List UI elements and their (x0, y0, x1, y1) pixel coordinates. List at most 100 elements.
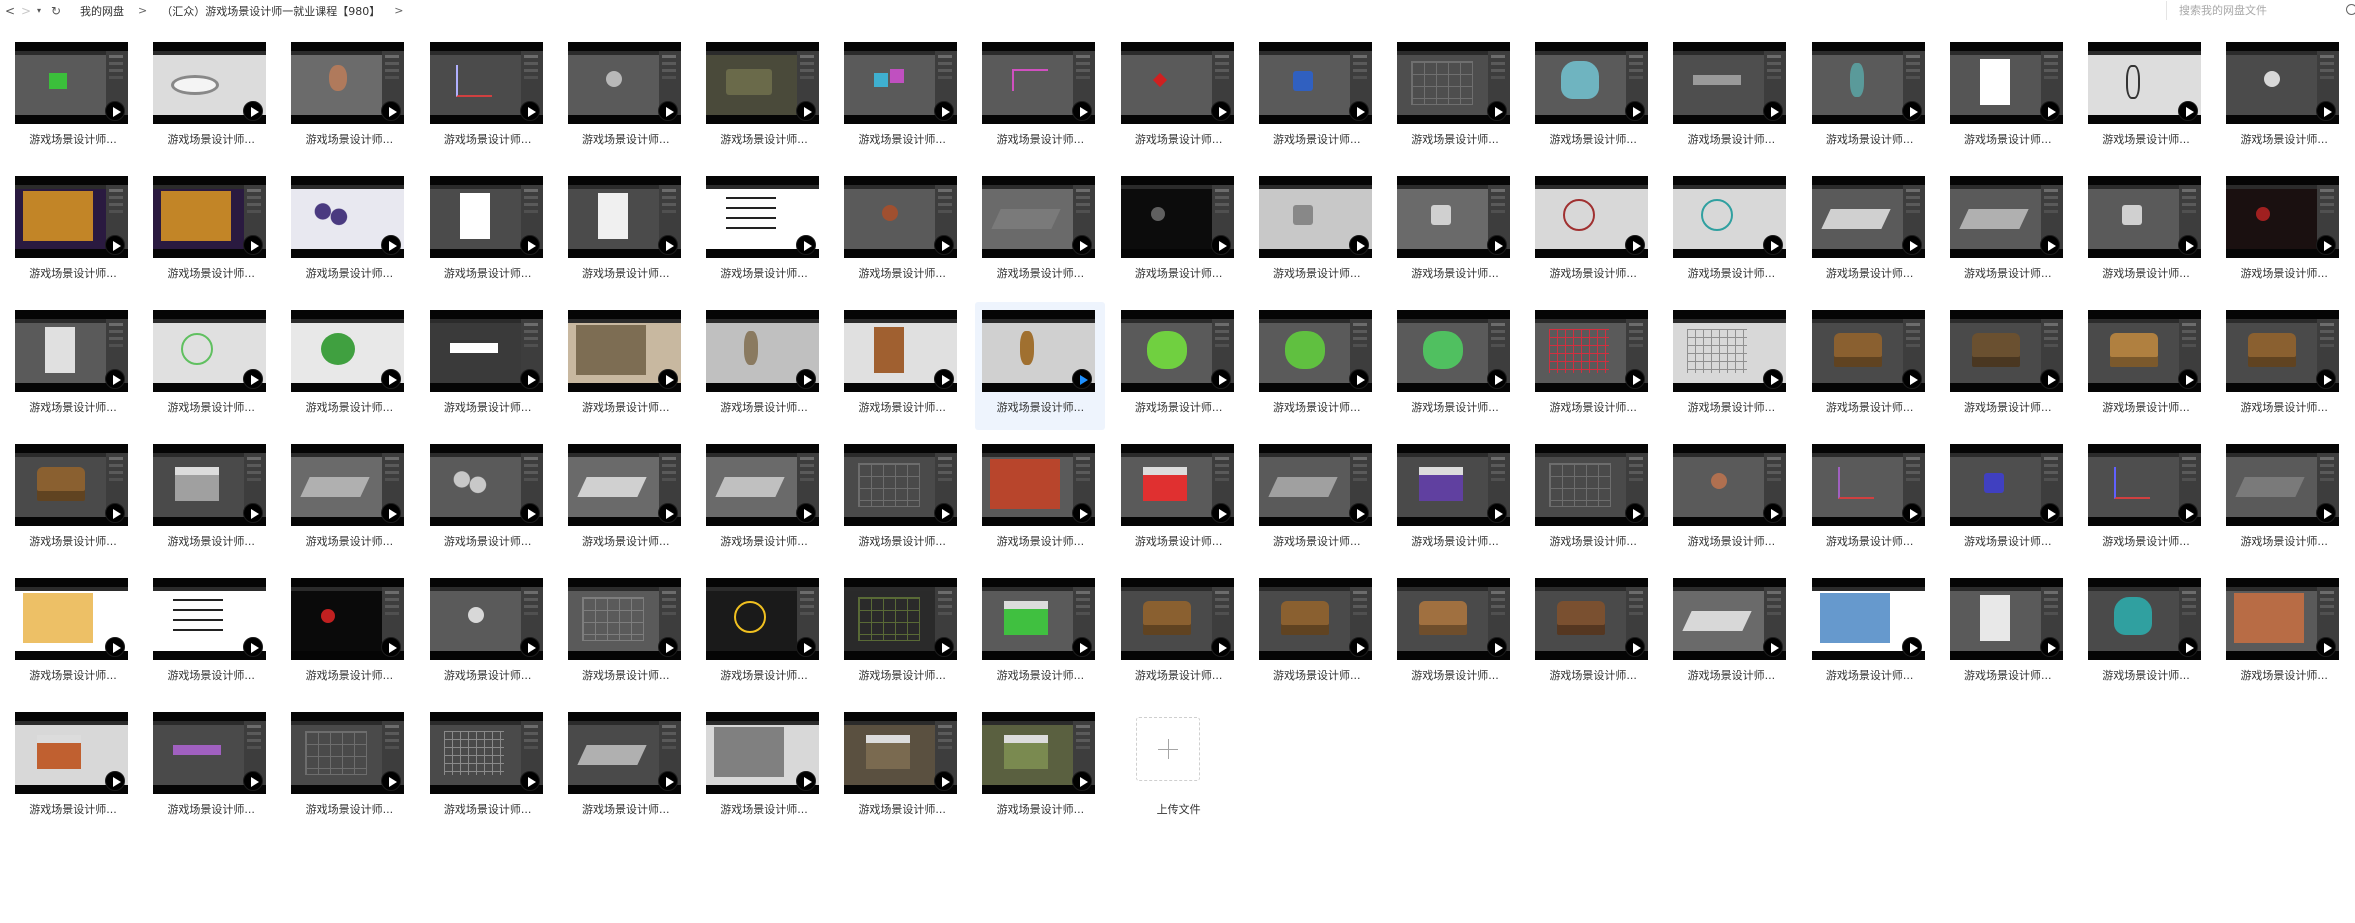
file-tile[interactable]: 游戏场景设计师... (1252, 168, 1382, 296)
file-tile[interactable]: 游戏场景设计师... (1805, 302, 1935, 430)
file-tile[interactable]: 游戏场景设计师... (2219, 302, 2349, 430)
video-thumbnail[interactable] (1120, 310, 1234, 392)
file-tile[interactable]: 游戏场景设计师... (1666, 570, 1796, 698)
play-icon[interactable] (519, 503, 540, 523)
file-tile[interactable]: 游戏场景设计师... (561, 704, 691, 832)
file-tile[interactable]: 游戏场景设计师... (1666, 302, 1796, 430)
file-tile[interactable]: 游戏场景设计师... (1114, 436, 1244, 564)
video-thumbnail[interactable] (1811, 444, 1925, 526)
back-button[interactable]: < (2, 0, 18, 21)
play-icon[interactable] (1348, 637, 1369, 657)
video-thumbnail[interactable] (1535, 42, 1649, 124)
video-thumbnail[interactable] (15, 310, 128, 392)
play-icon[interactable] (2039, 235, 2060, 255)
video-thumbnail[interactable] (15, 42, 128, 124)
video-thumbnail[interactable] (429, 712, 543, 794)
video-thumbnail[interactable] (153, 176, 267, 258)
video-thumbnail[interactable] (153, 444, 267, 526)
file-tile[interactable]: 游戏场景设计师... (8, 704, 138, 832)
file-tile[interactable]: 游戏场景设计师... (1943, 34, 2073, 162)
video-thumbnail[interactable] (1120, 42, 1234, 124)
video-thumbnail[interactable] (153, 310, 267, 392)
video-thumbnail[interactable] (844, 310, 958, 392)
video-thumbnail[interactable] (1535, 310, 1649, 392)
file-tile[interactable]: 游戏场景设计师... (2219, 436, 2349, 564)
play-icon[interactable] (1901, 369, 1922, 389)
play-icon[interactable] (105, 101, 125, 121)
file-tile[interactable]: 游戏场景设计师... (423, 168, 553, 296)
play-icon[interactable] (1487, 637, 1507, 657)
video-thumbnail[interactable] (1949, 42, 2063, 124)
play-icon[interactable] (105, 637, 125, 657)
play-icon[interactable] (1210, 503, 1231, 523)
file-tile[interactable]: 游戏场景设计师... (975, 168, 1105, 296)
play-icon[interactable] (1348, 503, 1369, 523)
video-thumbnail[interactable] (2226, 42, 2340, 124)
file-tile[interactable]: 游戏场景设计师... (423, 570, 553, 698)
video-thumbnail[interactable] (844, 578, 958, 660)
video-thumbnail[interactable] (429, 444, 543, 526)
video-thumbnail[interactable] (1120, 578, 1234, 660)
video-thumbnail[interactable] (153, 712, 267, 794)
file-tile[interactable]: 游戏场景设计师... (2219, 570, 2349, 698)
video-thumbnail[interactable] (844, 176, 958, 258)
video-thumbnail[interactable] (291, 310, 405, 392)
file-tile[interactable]: 游戏场景设计师... (284, 302, 414, 430)
video-thumbnail[interactable] (706, 176, 819, 258)
file-tile[interactable]: 游戏场景设计师... (1528, 436, 1658, 564)
file-tile[interactable]: 游戏场景设计师... (2219, 168, 2349, 296)
file-tile[interactable]: 游戏场景设计师... (975, 570, 1105, 698)
file-tile[interactable]: 游戏场景设计师... (2081, 34, 2211, 162)
file-tile[interactable]: 游戏场景设计师... (1390, 302, 1520, 430)
play-icon[interactable] (105, 771, 125, 791)
play-icon[interactable] (796, 771, 816, 791)
video-thumbnail[interactable] (2088, 444, 2201, 526)
file-tile[interactable]: 游戏场景设计师... (561, 570, 691, 698)
video-thumbnail[interactable] (1811, 578, 1925, 660)
file-tile[interactable]: 游戏场景设计师... (284, 436, 414, 564)
file-tile[interactable]: 游戏场景设计师... (146, 168, 276, 296)
video-thumbnail[interactable] (1258, 310, 1372, 392)
video-thumbnail[interactable] (982, 712, 1096, 794)
file-tile[interactable]: 游戏场景设计师... (1805, 168, 1935, 296)
file-tile[interactable]: 游戏场景设计师... (699, 704, 829, 832)
video-thumbnail[interactable] (982, 176, 1096, 258)
play-icon[interactable] (2178, 503, 2198, 523)
file-tile[interactable]: 游戏场景设计师... (2081, 168, 2211, 296)
video-thumbnail[interactable] (567, 712, 681, 794)
play-icon[interactable] (796, 503, 816, 523)
video-thumbnail[interactable] (567, 578, 681, 660)
video-thumbnail[interactable] (1535, 176, 1649, 258)
file-tile[interactable]: 游戏场景设计师... (837, 168, 967, 296)
video-thumbnail[interactable] (153, 578, 267, 660)
file-tile[interactable]: 游戏场景设计师... (1943, 570, 2073, 698)
file-tile[interactable]: 游戏场景设计师... (1252, 302, 1382, 430)
video-thumbnail[interactable] (567, 176, 681, 258)
video-thumbnail[interactable] (429, 42, 543, 124)
play-icon[interactable] (657, 771, 678, 791)
file-tile[interactable]: 游戏场景设计师... (837, 436, 967, 564)
play-icon[interactable] (657, 235, 678, 255)
play-icon[interactable] (2178, 637, 2198, 657)
file-tile[interactable]: 游戏场景设计师... (1252, 570, 1382, 698)
file-tile[interactable]: 游戏场景设计师... (1805, 436, 1935, 564)
play-icon[interactable] (1348, 235, 1369, 255)
file-tile[interactable]: 游戏场景设计师... (837, 704, 967, 832)
history-dropdown-button[interactable]: ▾ (34, 0, 44, 21)
video-thumbnail[interactable] (2088, 42, 2201, 124)
file-tile[interactable]: 游戏场景设计师... (1114, 570, 1244, 698)
video-thumbnail[interactable] (291, 42, 405, 124)
video-thumbnail[interactable] (1811, 42, 1925, 124)
video-thumbnail[interactable] (1673, 42, 1787, 124)
play-icon[interactable] (2178, 235, 2198, 255)
video-thumbnail[interactable] (291, 712, 405, 794)
file-tile[interactable]: 游戏场景设计师... (1666, 168, 1796, 296)
breadcrumb-course-folder[interactable]: （汇众）游戏场景设计师一就业课程【980】 (161, 3, 380, 19)
forward-button[interactable]: > (18, 0, 34, 21)
video-thumbnail[interactable] (2088, 310, 2201, 392)
play-icon[interactable] (657, 503, 678, 523)
video-thumbnail[interactable] (429, 578, 543, 660)
play-icon[interactable] (796, 101, 816, 121)
file-tile[interactable]: 游戏场景设计师... (699, 570, 829, 698)
file-tile[interactable]: 游戏场景设计师... (837, 34, 967, 162)
